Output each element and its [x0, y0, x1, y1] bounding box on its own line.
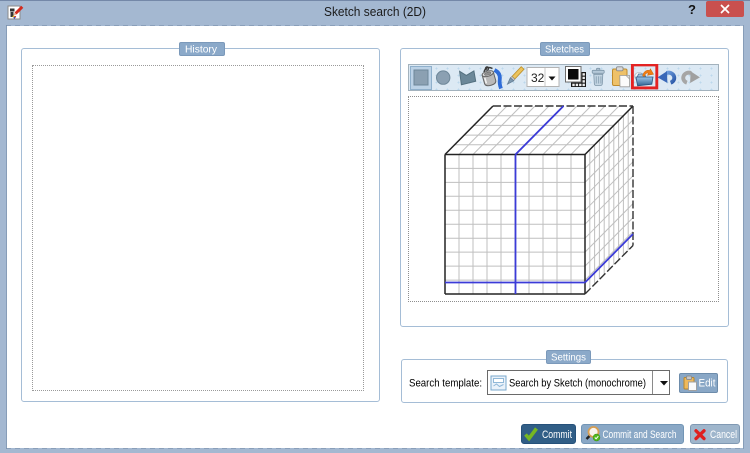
svg-text:Search template:: Search template:	[409, 378, 482, 390]
svg-text:Sketches: Sketches	[545, 44, 584, 56]
svg-text:Edit: Edit	[699, 378, 716, 390]
svg-text:Sketch search (2D): Sketch search (2D)	[324, 5, 426, 19]
svg-text:32: 32	[531, 71, 545, 85]
svg-text:Settings: Settings	[551, 352, 586, 364]
svg-text:Commit: Commit	[542, 429, 572, 441]
svg-text:Commit and Search: Commit and Search	[603, 429, 677, 441]
svg-text:History: History	[185, 44, 218, 56]
svg-text:Cancel: Cancel	[710, 429, 737, 441]
